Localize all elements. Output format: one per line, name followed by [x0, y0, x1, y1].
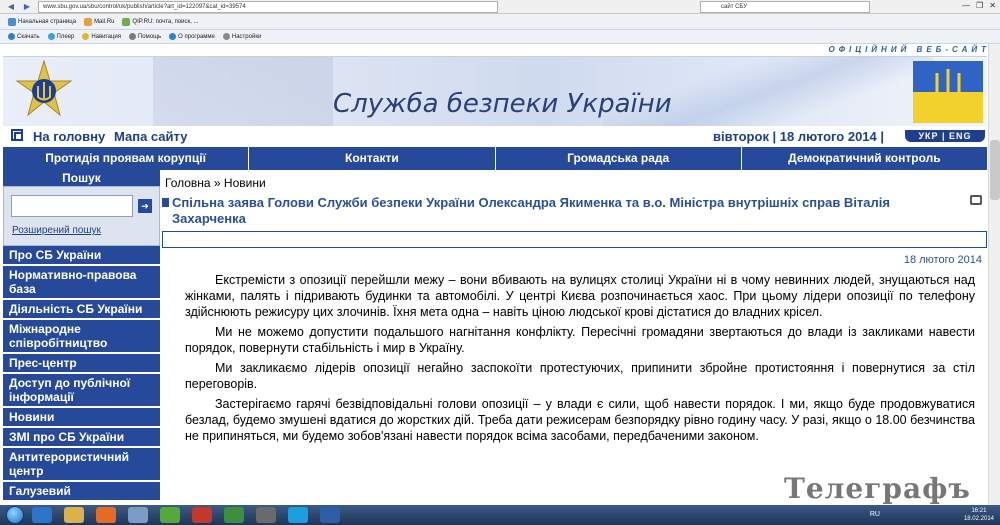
sidebar-item-industry[interactable]: Галузевий [3, 482, 160, 502]
chrome-icon[interactable] [224, 507, 244, 523]
home-link[interactable]: На головну [33, 129, 105, 144]
bookmark-item[interactable]: QIP.RU: почта, поиск, ... [122, 17, 198, 26]
search-heading: Пошук [3, 170, 160, 186]
page-scrollbar[interactable] [988, 44, 1000, 506]
menu-item-democratic-control[interactable]: Демократичний контроль [741, 147, 987, 170]
menu-item-public-council[interactable]: Громадська рада [495, 147, 742, 170]
toolbar-download[interactable]: Скачать [8, 33, 40, 40]
forward-icon[interactable]: ▶ [20, 1, 34, 13]
article-date: 18 лютого 2014 [903, 254, 982, 266]
bookmark-item[interactable]: Начальная страница [8, 17, 76, 26]
sidebar: Пошук ➔ Розширений пошук Про СБ України … [3, 170, 160, 502]
firefox-icon[interactable] [96, 507, 116, 523]
opera-icon[interactable] [192, 507, 212, 523]
sidebar-item-media[interactable]: ЗМІ про СБ України [3, 428, 160, 448]
breadcrumb[interactable]: Головна » Новини [165, 176, 266, 190]
folder-icon[interactable] [64, 507, 84, 523]
bookmark-item[interactable]: Mail.Ru [84, 17, 114, 26]
skype-icon[interactable] [288, 507, 308, 523]
site-title: Служба безпеки України [333, 89, 672, 119]
minimize-icon[interactable]: — [962, 1, 970, 10]
search-go-button[interactable]: ➔ [138, 199, 152, 213]
article-body: Екстремісти з опозиції перейшли межу – в… [185, 272, 975, 448]
sidebar-item-activity[interactable]: Діяльність СБ України [3, 300, 160, 320]
title-marker [162, 198, 169, 207]
menu-item-corruption[interactable]: Протидія проявам корупції [3, 147, 250, 170]
system-clock[interactable]: 16:21 18.02.2014 [964, 507, 994, 523]
site-banner: Служба безпеки України [3, 56, 987, 126]
sub-header: На головну Мапа сайту вівторок | 18 люто… [3, 127, 987, 145]
icq-icon[interactable] [160, 507, 180, 523]
sidebar-item-public-info[interactable]: Доступ до публічної інформації [3, 374, 160, 408]
search-panel: ➔ Розширений пошук [3, 186, 160, 246]
sidebar-item-international[interactable]: Міжнародне співробітництво [3, 320, 160, 354]
taskbar: RU 16:21 18.02.2014 [0, 505, 1000, 525]
player-icon [47, 33, 55, 40]
back-icon[interactable]: ◀ [4, 1, 18, 13]
sitemap-link[interactable]: Мапа сайту [114, 129, 187, 144]
mail-icon [84, 17, 93, 26]
article-paragraph: Екстремісти з опозиції перейшли межу – в… [185, 273, 975, 319]
sidebar-item-legal-base[interactable]: Нормативно-правова база [3, 266, 160, 300]
watermark-logo: Телеграфъ [784, 472, 971, 505]
ie-icon[interactable] [32, 507, 52, 523]
sidebar-item-about[interactable]: Про СБ України [3, 246, 160, 266]
app-icon-2[interactable] [256, 507, 276, 523]
toolbar-about[interactable]: О программе [169, 33, 215, 40]
article-paragraph: Застерігаємо гарячі безвідповідальні гол… [185, 397, 975, 443]
bookmarks-bar: Начальная страница Mail.Ru QIP.RU: почта… [0, 14, 1000, 30]
advanced-search-link[interactable]: Розширений пошук [12, 225, 101, 236]
qip-icon [122, 17, 131, 26]
download-icon [8, 33, 15, 40]
app-icon[interactable] [128, 507, 148, 523]
scroll-thumb[interactable] [990, 140, 1000, 200]
keyboard-language[interactable]: RU [870, 511, 880, 518]
article-paragraph: Ми закликаємо лідерів опозиції негайно з… [185, 361, 975, 391]
close-icon[interactable]: ✕ [989, 1, 996, 10]
sbu-emblem-icon [15, 59, 73, 117]
url-field[interactable]: www.sbu.gov.ua/sbu/control/uk/publish/ar… [38, 1, 498, 13]
settings-icon [222, 33, 230, 40]
start-icon[interactable] [6, 506, 24, 524]
browser-search-field[interactable]: сайт СБУ [700, 1, 870, 13]
home-icon[interactable] [11, 129, 23, 141]
current-date: вівторок | 18 лютого 2014 | [713, 129, 885, 144]
language-switch[interactable]: УКР | ENG [905, 130, 985, 142]
info-icon [169, 33, 177, 40]
sidebar-item-antiterror[interactable]: Антитерористичний центр [3, 448, 160, 482]
page-icon [8, 17, 16, 26]
toolbar-navigation[interactable]: Навигация [82, 33, 121, 40]
window-controls: — ❐ ✕ [962, 1, 996, 10]
flag-trident-icon [913, 61, 983, 123]
word-icon[interactable] [320, 507, 340, 523]
search-input[interactable] [11, 195, 133, 217]
title-frame [162, 231, 987, 248]
maximize-icon[interactable]: ❐ [976, 1, 983, 10]
building-image [153, 57, 333, 126]
help-icon [128, 33, 136, 40]
toolbar-help[interactable]: Помощь [128, 33, 161, 40]
top-menu: Протидія проявам корупції Контакти Грома… [3, 147, 987, 170]
print-icon[interactable] [970, 195, 982, 205]
navigation-icon [82, 33, 90, 40]
article-paragraph: Ми не можемо допустити подальшого нагніт… [185, 325, 975, 355]
main-content: Головна » Новини Спільна заява Голови Сл… [162, 172, 987, 492]
toolbar-settings[interactable]: Настройки [222, 33, 261, 40]
browser-toolbar: Скачать Плеер Навигация Помощь О програм… [0, 30, 1000, 44]
toolbar-player[interactable]: Плеер [47, 33, 74, 40]
menu-item-contacts[interactable]: Контакти [249, 147, 496, 170]
sidebar-item-press-center[interactable]: Прес-центр [3, 354, 160, 374]
sidebar-item-news[interactable]: Новини [3, 408, 160, 428]
article-title: Спільна заява Голови Служби безпеки Укра… [172, 195, 890, 226]
browser-address-bar: ◀ ▶ www.sbu.gov.ua/sbu/control/uk/publis… [0, 0, 1000, 14]
